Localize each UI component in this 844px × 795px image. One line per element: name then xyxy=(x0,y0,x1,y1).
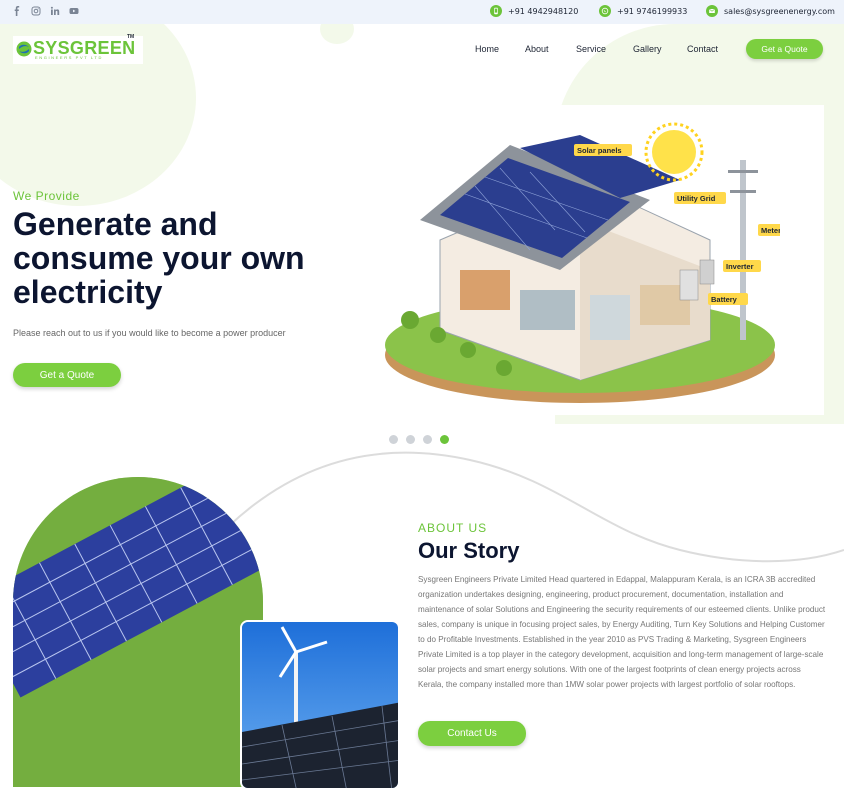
solar-field-image xyxy=(13,477,263,787)
nav-service[interactable]: Service xyxy=(576,44,606,54)
illus-label-utility-grid: Utility Grid xyxy=(677,194,716,203)
social-links xyxy=(12,6,79,16)
illus-label-inverter: Inverter xyxy=(726,262,754,271)
hero-eyebrow: We Provide xyxy=(13,189,80,203)
logo-trademark: TM xyxy=(127,34,135,40)
about-title: Our Story xyxy=(418,538,520,563)
logo-tagline: ENGINEERS PVT LTD xyxy=(35,55,103,60)
whatsapp-number: +91 9746199933 xyxy=(617,6,688,16)
get-quote-button[interactable]: Get a Quote xyxy=(746,39,823,59)
illus-label-solar-panels: Solar panels xyxy=(577,146,622,155)
youtube-icon[interactable] xyxy=(69,6,79,16)
about-body: Sysgreen Engineers Private Limited Head … xyxy=(418,575,826,689)
nav-about[interactable]: About xyxy=(525,44,549,54)
phone-icon xyxy=(490,5,502,17)
whatsapp-icon xyxy=(599,5,611,17)
hero-title: Generate and consume your own electricit… xyxy=(13,206,305,310)
nav-home[interactable]: Home xyxy=(475,44,499,54)
wind-turbine-image xyxy=(240,620,400,790)
logo-mark-icon xyxy=(16,41,32,57)
nav-contact[interactable]: Contact xyxy=(687,44,718,54)
phone-contact[interactable]: +91 4942948120 xyxy=(490,5,578,17)
illus-label-battery: Battery xyxy=(711,295,738,304)
contact-us-button[interactable]: Contact Us xyxy=(418,721,526,746)
mail-icon xyxy=(706,5,718,17)
about-eyebrow: ABOUT US xyxy=(418,521,488,535)
top-bar: +91 4942948120 +91 9746199933 sales@sysg… xyxy=(0,0,844,24)
whatsapp-contact[interactable]: +91 9746199933 xyxy=(599,5,687,17)
email-address: sales@sysgreenenergy.com xyxy=(724,6,835,16)
instagram-icon[interactable] xyxy=(31,6,41,16)
hero-get-quote-button[interactable]: Get a Quote xyxy=(13,363,121,387)
email-contact[interactable]: sales@sysgreenenergy.com xyxy=(706,5,835,17)
decorative-blob xyxy=(0,0,196,206)
site-logo[interactable]: SYSGREEN ENGINEERS PVT LTD TM xyxy=(13,34,143,64)
hero-subtitle: Please reach out to us if you would like… xyxy=(13,328,286,338)
solar-house-illustration: Solar panels Utility Grid Meter Inverter… xyxy=(385,122,780,403)
facebook-icon[interactable] xyxy=(12,6,22,16)
nav-gallery[interactable]: Gallery xyxy=(633,44,662,54)
linkedin-icon[interactable] xyxy=(50,6,60,16)
illus-label-meter: Meter xyxy=(761,226,780,235)
phone-number: +91 4942948120 xyxy=(508,6,579,16)
